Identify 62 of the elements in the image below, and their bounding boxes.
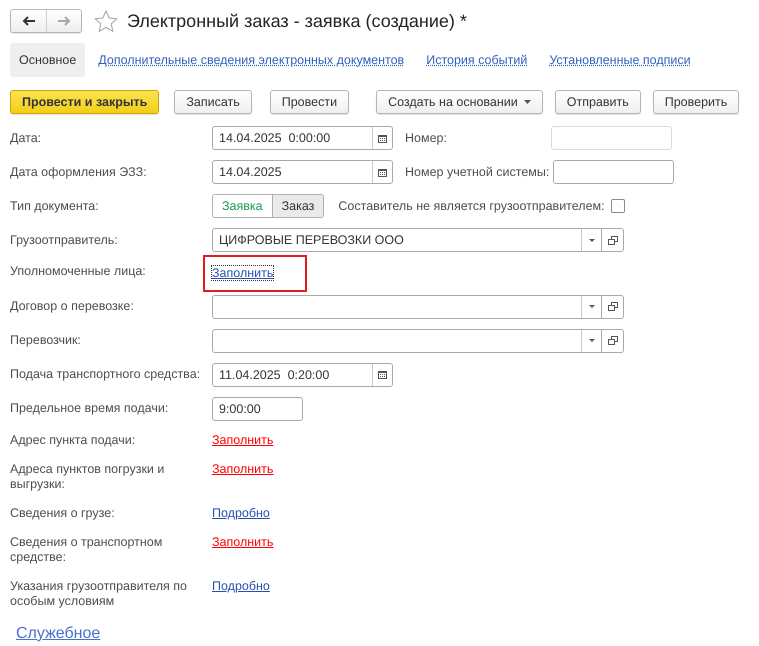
toolbar-button[interactable]: Провести <box>270 90 350 114</box>
date-field[interactable]: 11.04.2025 0:20:00 <box>212 362 393 387</box>
field-label: Номер учетной системы: <box>405 164 550 181</box>
field-label: Составитель не является грузоотправителем: <box>338 198 605 215</box>
primary-button[interactable]: Провести и закрыть <box>10 90 160 114</box>
calendar-icon <box>378 134 387 142</box>
date-field[interactable]: 14.04.2025 0:00:00 <box>212 126 393 150</box>
fill-link[interactable]: Подробно <box>212 506 270 521</box>
field-label: Сведения о грузе: <box>10 506 116 521</box>
field-label: Дата: <box>10 130 42 146</box>
field-label: Сведения о транспортном средстве: <box>10 534 164 565</box>
calendar-icon <box>378 168 387 176</box>
fill-link[interactable]: Заполнить <box>212 432 274 448</box>
toolbar-button[interactable]: Отправить <box>554 90 641 114</box>
time-field[interactable]: 9:00:00 <box>212 396 303 421</box>
field-label: Тип документа: <box>10 198 100 214</box>
checkbox[interactable] <box>610 199 625 213</box>
field-label: Адрес пункта подачи: <box>10 432 136 448</box>
caret-icon <box>588 238 594 242</box>
field-label: Подача транспортного средства: <box>10 367 202 382</box>
date-field[interactable]: 14.04.2025 <box>212 160 393 184</box>
star-icon[interactable] <box>94 10 118 32</box>
select-field[interactable]: ЦИФРОВЫЕ ПЕРЕВОЗКИ ООО <box>212 228 602 252</box>
open-button[interactable] <box>602 328 624 353</box>
tab[interactable]: Основное <box>10 43 86 77</box>
open-window-icon <box>608 336 618 346</box>
service-link[interactable]: Служебное <box>16 622 100 646</box>
field-label: Указания грузоотправителя по особым условиям <box>10 578 188 609</box>
field-label: Номер: <box>405 130 448 147</box>
field-label: Перевозчик: <box>10 333 82 348</box>
open-window-icon <box>608 236 618 244</box>
right-arrow-icon <box>57 16 71 26</box>
caret-icon <box>588 339 594 342</box>
window-title: Электронный заказ - заявка (создание) * <box>127 10 467 33</box>
field-label: Договор о перевозке: <box>10 299 135 314</box>
toolbar-button[interactable]: Проверить <box>652 90 740 114</box>
tab[interactable]: История событий <box>417 43 536 77</box>
fill-link[interactable]: Подробно <box>212 578 270 594</box>
field-label: Грузоотправитель: <box>10 232 119 248</box>
tab[interactable]: Дополнительные сведения электронных документов <box>89 43 414 77</box>
tab[interactable]: Установленные подписи <box>540 43 700 77</box>
back-button[interactable] <box>11 10 46 32</box>
field-label: Предельное время подачи: <box>10 401 170 416</box>
select-field[interactable] <box>212 294 602 319</box>
toolbar-button[interactable]: Записать <box>174 90 252 114</box>
field-label: Уполномоченные лица: <box>10 264 147 279</box>
fill-link[interactable]: Заполнить <box>212 534 274 550</box>
field-label: Дата оформления ЭЗЗ: <box>10 164 148 180</box>
menu-button[interactable]: Создать на основании <box>376 90 543 114</box>
select-field[interactable] <box>212 328 602 353</box>
calendar-icon <box>378 370 387 380</box>
toggle-option[interactable]: Заказ <box>272 195 324 217</box>
open-button[interactable] <box>602 228 624 252</box>
caret-icon <box>588 305 594 308</box>
left-arrow-icon <box>22 16 36 26</box>
open-window-icon <box>608 302 618 312</box>
field-label: Адреса пунктов погрузки и выгрузки: <box>10 462 166 492</box>
caret-icon <box>524 100 531 104</box>
fill-link[interactable]: Заполнить <box>212 462 274 477</box>
text-field[interactable] <box>553 160 674 184</box>
fill-link[interactable]: Заполнить <box>212 266 274 280</box>
open-button[interactable] <box>602 294 624 319</box>
